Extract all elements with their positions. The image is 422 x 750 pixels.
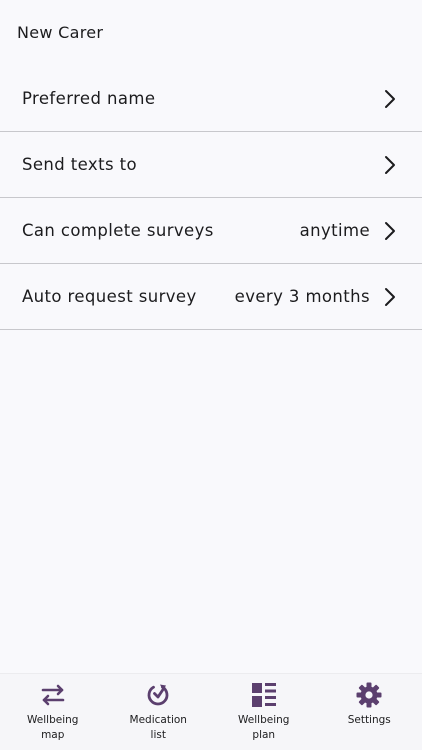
- tab-settings[interactable]: Settings: [317, 674, 422, 750]
- tab-label: Wellbeing plan: [238, 714, 290, 741]
- tab-medication-list[interactable]: Medication list: [106, 674, 212, 750]
- row-label: Can complete surveys: [22, 221, 214, 240]
- send-texts-to-row[interactable]: Send texts to: [0, 132, 422, 198]
- tab-label: Settings: [347, 714, 391, 726]
- tab-wellbeing-map[interactable]: Wellbeing map: [0, 674, 106, 750]
- chevron-right-icon: [385, 155, 395, 174]
- header: New Carer: [0, 0, 422, 66]
- page-title: New Carer: [17, 23, 104, 42]
- row-value: anytime: [299, 221, 370, 240]
- row-label: Send texts to: [22, 155, 137, 174]
- can-complete-surveys-row[interactable]: Can complete surveys anytime: [0, 198, 422, 264]
- tab-label: Medication list: [129, 714, 187, 741]
- settings-list: Preferred name Send texts to Can complet…: [0, 66, 422, 330]
- preferred-name-row[interactable]: Preferred name: [0, 66, 422, 132]
- chevron-right-icon: [385, 89, 395, 108]
- row-label: Preferred name: [22, 89, 156, 108]
- app-screen: New Carer Preferred name Send texts to C…: [0, 0, 422, 750]
- swap-arrows-icon: [41, 684, 65, 706]
- bottom-tab-bar: Wellbeing map Medication list Wellbeing …: [0, 673, 422, 750]
- tab-wellbeing-plan[interactable]: Wellbeing plan: [211, 674, 317, 750]
- list-grid-icon: [251, 683, 276, 707]
- chevron-right-icon: [385, 287, 395, 306]
- row-value: every 3 months: [234, 287, 370, 306]
- gear-icon: [356, 682, 382, 708]
- refresh-check-icon: [147, 684, 169, 706]
- tab-label: Wellbeing map: [27, 714, 79, 741]
- auto-request-survey-row[interactable]: Auto request survey every 3 months: [0, 264, 422, 330]
- chevron-right-icon: [385, 221, 395, 240]
- row-label: Auto request survey: [22, 287, 197, 306]
